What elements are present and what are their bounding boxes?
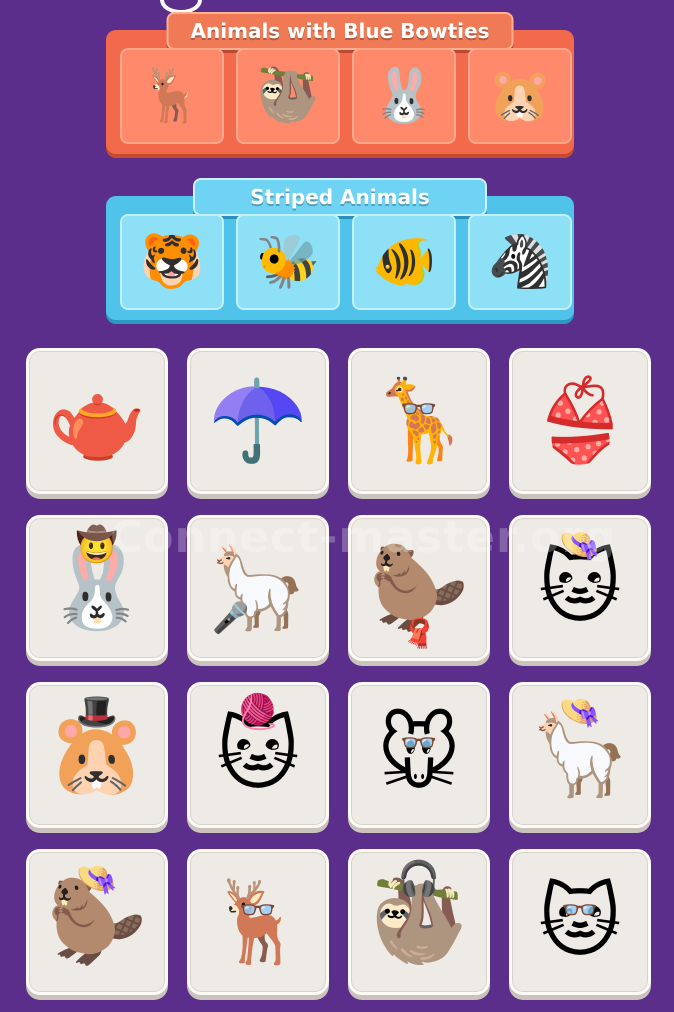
tile-rabbit-with-red-cowboy-hat[interactable]: 🐰 🤠 [26,515,168,661]
beaver-with-flower-crown-and-scarf-icon: 🦫 [369,541,469,634]
category-group-striped-animals: Striped Animals 🐯 🐝 🐠 🦓 [106,178,574,320]
polka-dot-umbrella-icon: ☂️ [208,374,308,467]
category-title: Animals with Blue Bowties [166,12,514,50]
meerkat-with-red-hat-accessory-icon: 👒 [75,859,119,899]
hamster-with-blue-bowtie-icon[interactable]: 🐹 [468,48,572,144]
beaver-with-flower-crown-and-scarf-accessory-icon: 🧣 [401,617,437,650]
tile-sloth-with-headphones-and-beanie[interactable]: 🦥 🎧 [348,849,490,995]
deer-with-blue-bowtie-icon[interactable]: 🦌 [120,48,224,144]
giraffe-with-red-glasses-accessory-icon: 👓 [400,392,438,427]
tile-hamster-with-pink-top-hat[interactable]: 🐹 🎩 [26,682,168,828]
cat-with-red-glasses-accessory-icon: 👓 [561,893,599,928]
rabbit-with-red-cowboy-hat-accessory-icon: 🤠 [75,525,119,565]
llama-with-pink-hat-accessory-icon: 👒 [558,692,602,732]
tile-meerkat-with-red-hat[interactable]: 🦫 👒 [26,849,168,995]
category-slots: 🦌 🦥 🐰 🐹 [120,48,572,144]
tile-deer-with-red-glasses-and-bowtie[interactable]: 🦌 👓 [187,849,329,995]
llama-singer-with-microphone-accessory-icon: 🎤 [212,601,250,636]
striped-fish-icon[interactable]: 🐠 [352,214,456,310]
category-slots: 🐯 🐝 🐠 🦓 [120,214,572,310]
tile-polka-dot-teapot[interactable]: 🫖 [26,348,168,494]
polka-dot-bikini-icon: 👙 [530,374,630,467]
category-title: Striped Animals [193,178,487,216]
tile-polka-dot-umbrella[interactable]: ☂️ [187,348,329,494]
tile-cat-with-beanie-and-scarf[interactable]: 🐱 🧶 [187,682,329,828]
rabbit-with-hat-and-blue-bowtie-icon[interactable]: 🐰 [352,48,456,144]
sloth-with-headphones-and-beanie-accessory-icon: 🎧 [397,859,441,899]
sloth-with-blue-bowtie-icon[interactable]: 🦥 [236,48,340,144]
bee-icon[interactable]: 🐝 [236,214,340,310]
deer-with-red-glasses-and-bowtie-accessory-icon: 👓 [239,893,277,928]
tile-polka-dot-bikini[interactable]: 👙 [509,348,651,494]
category-group-blue-bowties: Animals with Blue Bowties 🦌 🦥 🐰 🐹 [106,12,574,154]
tile-giraffe-with-red-glasses[interactable]: 🦒 👓 [348,348,490,494]
tile-llama-singer-with-microphone[interactable]: 🦙 🎤 [187,515,329,661]
tile-llama-with-pink-hat[interactable]: 🦙 👒 [509,682,651,828]
tile-cat-with-pink-hat[interactable]: 🐱 👒 [509,515,651,661]
tile-cat-with-red-glasses[interactable]: 🐱 👓 [509,849,651,995]
cat-with-pink-hat-accessory-icon: 👒 [558,525,602,565]
tile-board: 🫖 ☂️ 🦒 👓 👙 🐰 🤠 🦙 🎤 🦫 🧣 🐱 👒 🐹 🎩 🐱 🧶 🐭 👓 🦙 👒 🦫 👒 🦌 👓 🦥 🎧 🐱 👓 [26,348,651,995]
tiger-icon[interactable]: 🐯 [120,214,224,310]
zebra-icon[interactable]: 🦓 [468,214,572,310]
hamster-with-pink-top-hat-accessory-icon: 🎩 [75,692,119,732]
tile-mouse-with-red-glasses[interactable]: 🐭 👓 [348,682,490,828]
tile-beaver-with-flower-crown-and-scarf[interactable]: 🦫 🧣 [348,515,490,661]
cat-with-beanie-and-scarf-accessory-icon: 🧶 [236,692,280,732]
mouse-with-red-glasses-accessory-icon: 👓 [400,726,438,761]
polka-dot-teapot-icon: 🫖 [47,374,147,467]
